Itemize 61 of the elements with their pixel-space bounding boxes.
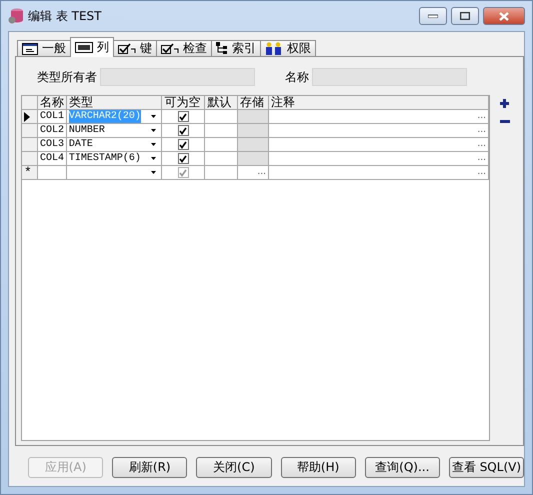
minimize-button[interactable]: [419, 7, 447, 25]
close-button[interactable]: [483, 7, 525, 25]
tree-icon: [216, 42, 228, 55]
ellipsis-button[interactable]: ...: [477, 166, 486, 179]
users-icon: [265, 42, 283, 55]
checkbox[interactable]: [178, 139, 189, 150]
minimize-icon: [428, 14, 438, 18]
tab[interactable]: 列: [70, 37, 114, 57]
dropdown-arrow-icon[interactable]: [151, 171, 156, 174]
maximize-button[interactable]: [451, 7, 479, 25]
column-header: 默认: [205, 96, 238, 110]
ellipsis-button[interactable]: ...: [477, 138, 486, 151]
field-label: 类型所有者: [37, 68, 97, 86]
column-header: 存储: [238, 96, 269, 110]
table-cell: COL3: [38, 138, 67, 152]
table-cell: COL4: [38, 152, 67, 166]
field-label: 名称: [285, 68, 309, 86]
input-field[interactable]: [312, 68, 467, 86]
dialog-button[interactable]: 查看 SQL(V): [448, 457, 524, 478]
dropdown-arrow-icon[interactable]: [151, 115, 156, 118]
input-field[interactable]: [100, 68, 255, 86]
dropdown-arrow-icon[interactable]: [151, 157, 156, 160]
close-icon: [499, 12, 509, 20]
checkbox[interactable]: [178, 153, 189, 164]
row-header[interactable]: [22, 110, 38, 124]
database-icon: [8, 8, 24, 24]
dropdown-arrow-icon[interactable]: [151, 129, 156, 132]
checkmark-icon: [161, 43, 179, 54]
window-icon: [22, 42, 38, 54]
table-cell: COL2: [38, 124, 67, 138]
tab[interactable]: 索引: [211, 40, 261, 57]
add-icon[interactable]: [500, 99, 509, 108]
dialog-button[interactable]: 关闭(C): [196, 457, 272, 478]
column-header: 名称: [38, 96, 67, 110]
ellipsis-button[interactable]: ...: [257, 166, 266, 179]
tab[interactable]: 权限: [260, 40, 316, 57]
window-title: 编辑 表 TEST: [28, 8, 102, 24]
column-header: 注释: [269, 96, 489, 110]
column-icon: [75, 42, 93, 53]
maximize-icon: [460, 12, 470, 20]
tab[interactable]: 检查: [156, 40, 212, 57]
tab[interactable]: 一般: [17, 40, 71, 57]
table-cell: COL1: [38, 110, 67, 124]
dialog-button[interactable]: 帮助(H): [280, 457, 356, 478]
dialog-button[interactable]: 查询(Q)...: [364, 457, 440, 478]
ellipsis-button[interactable]: ...: [477, 110, 486, 123]
ellipsis-button[interactable]: ...: [477, 152, 486, 165]
type-value[interactable]: NUMBER: [68, 124, 105, 137]
dropdown-arrow-icon[interactable]: [151, 143, 156, 146]
checkbox[interactable]: [178, 111, 189, 122]
type-value[interactable]: TIMESTAMP(6): [68, 152, 141, 165]
new-row-marker: *: [24, 166, 32, 179]
current-row-icon: [24, 112, 30, 122]
column-header: 类型: [66, 96, 162, 110]
checkbox[interactable]: [178, 125, 189, 136]
dialog-button[interactable]: 刷新(R): [112, 457, 188, 478]
checkmark-icon: [118, 43, 136, 54]
ellipsis-button[interactable]: ...: [477, 124, 486, 137]
type-value[interactable]: DATE: [68, 138, 93, 151]
column-header: 可为空: [162, 96, 206, 110]
tab[interactable]: 键: [113, 40, 157, 57]
